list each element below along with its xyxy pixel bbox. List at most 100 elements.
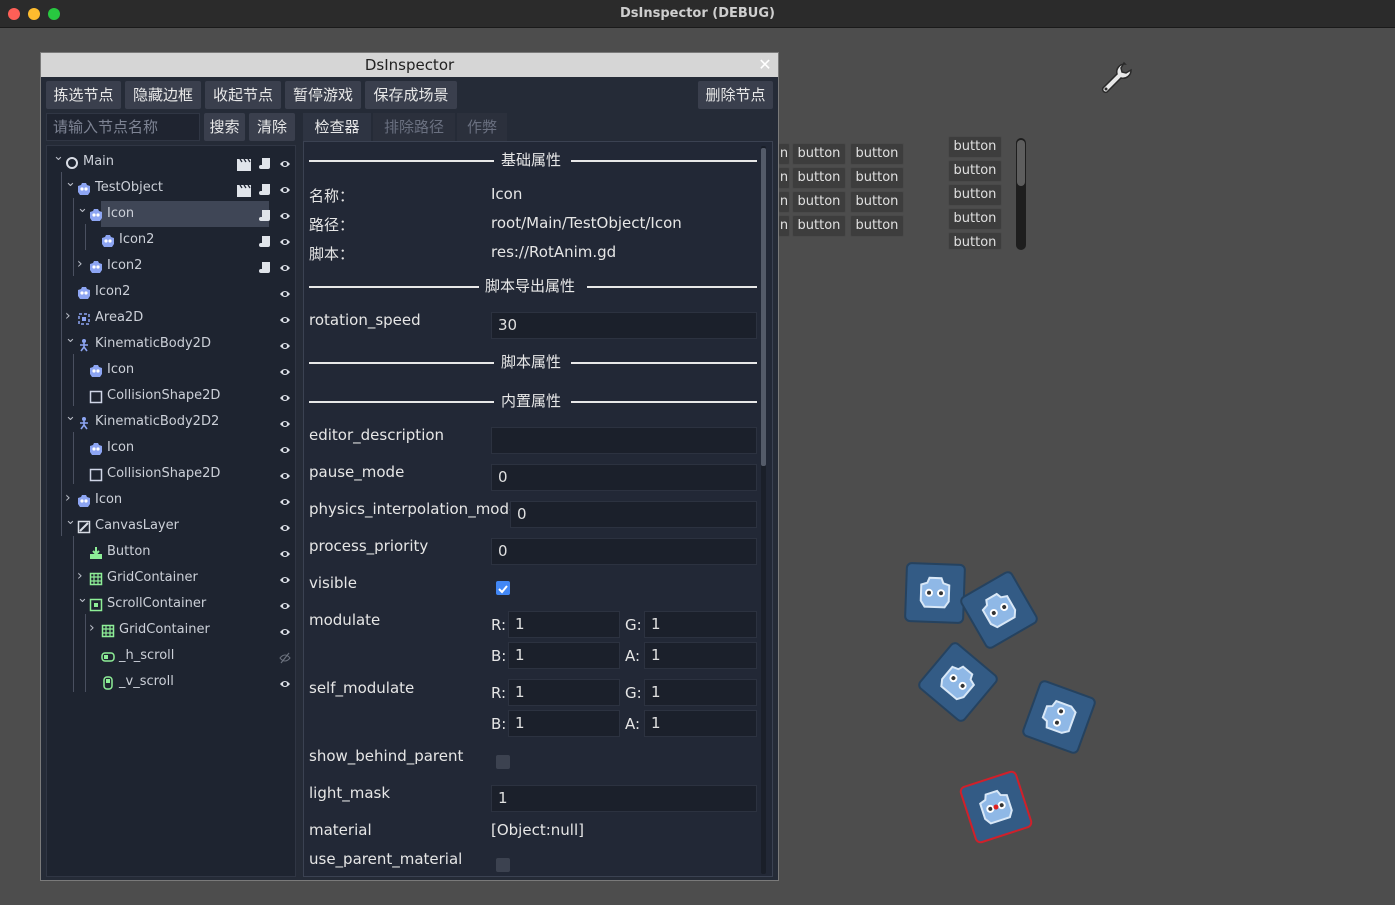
chevron-down-icon[interactable]: ⌄ — [65, 176, 76, 190]
eye-icon[interactable] — [279, 155, 291, 167]
self-modulate-a-field[interactable]: 1 — [644, 710, 757, 737]
script-icon[interactable] — [259, 259, 271, 273]
search-input[interactable]: 请输入节点名称 — [46, 113, 200, 141]
save-scene-button[interactable]: 保存成场景 — [365, 81, 457, 109]
eye-icon[interactable] — [279, 467, 291, 479]
eye-icon[interactable] — [279, 311, 291, 323]
chevron-right-icon[interactable]: › — [77, 569, 87, 583]
wrench-icon[interactable] — [1098, 60, 1134, 100]
modulate-a-field[interactable]: 1 — [644, 642, 757, 669]
collapse-nodes-button[interactable]: 收起节点 — [205, 81, 281, 109]
self-modulate-g-field[interactable]: 1 — [644, 679, 757, 706]
visible-checkbox[interactable] — [496, 581, 510, 595]
eye-icon[interactable] — [279, 493, 291, 505]
tree-node[interactable]: Icon2 — [47, 227, 295, 253]
eye-hidden-icon[interactable] — [279, 649, 291, 664]
tree-node[interactable]: › Area2D — [47, 305, 295, 331]
eye-icon[interactable] — [279, 233, 291, 245]
clapper-icon[interactable] — [237, 156, 251, 171]
rotation-speed-field[interactable]: 30 — [491, 312, 757, 339]
chevron-down-icon[interactable]: ⌄ — [77, 202, 88, 216]
self-modulate-b-field[interactable]: 1 — [508, 710, 620, 737]
eye-icon[interactable] — [279, 623, 291, 635]
modulate-r-field[interactable]: 1 — [508, 611, 620, 638]
close-icon[interactable]: ✕ — [756, 55, 774, 75]
eye-icon[interactable] — [279, 285, 291, 297]
scene-button[interactable]: button — [850, 191, 904, 213]
tree-node[interactable]: CollisionShape2D — [47, 461, 295, 487]
eye-icon[interactable] — [279, 441, 291, 453]
tree-node[interactable]: › Icon2 — [47, 253, 295, 279]
script-icon[interactable] — [259, 181, 271, 195]
show-behind-parent-checkbox[interactable] — [496, 755, 510, 769]
self-modulate-r-field[interactable]: 1 — [508, 679, 620, 706]
scene-button[interactable]: button — [948, 184, 1002, 206]
scene-button[interactable]: n — [778, 167, 790, 189]
tree-node[interactable]: Icon — [47, 357, 295, 383]
scene-button[interactable]: button — [792, 143, 846, 165]
tree-node[interactable]: › GridContainer — [47, 617, 295, 643]
chevron-down-icon[interactable]: ⌄ — [65, 332, 76, 346]
script-icon[interactable] — [259, 207, 271, 221]
scene-button[interactable]: n — [778, 143, 790, 165]
tab-inspector[interactable]: 检查器 — [303, 113, 371, 141]
use-parent-material-checkbox[interactable] — [496, 858, 510, 872]
pause-game-button[interactable]: 暂停游戏 — [285, 81, 361, 109]
physics-interpolation-mode-field[interactable]: 0 — [510, 501, 757, 528]
tree-node[interactable]: Button — [47, 539, 295, 565]
script-icon[interactable] — [259, 155, 271, 169]
inspector-scrollbar-grabber[interactable] — [761, 148, 766, 466]
chevron-right-icon[interactable]: › — [65, 309, 75, 323]
eye-icon[interactable] — [279, 181, 291, 193]
delete-node-button[interactable]: 删除节点 — [698, 81, 773, 109]
tree-node[interactable]: Icon2 — [47, 279, 295, 305]
tree-node[interactable]: ⌄ ScrollContainer — [47, 591, 295, 617]
scene-button[interactable]: n — [778, 215, 790, 237]
pick-node-button[interactable]: 拣选节点 — [46, 81, 121, 109]
eye-icon[interactable] — [279, 597, 291, 609]
process-priority-field[interactable]: 0 — [491, 538, 757, 565]
tree-node[interactable]: ⌄ CanvasLayer — [47, 513, 295, 539]
scene-vscroll[interactable] — [1016, 138, 1026, 250]
eye-icon[interactable] — [279, 337, 291, 349]
scene-button[interactable]: button — [850, 215, 904, 237]
tree-node[interactable]: _h_scroll — [47, 643, 295, 669]
chevron-right-icon[interactable]: › — [65, 491, 75, 505]
chevron-right-icon[interactable]: › — [89, 621, 99, 635]
scene-button[interactable]: button — [850, 167, 904, 189]
scene-button[interactable]: button — [792, 167, 846, 189]
tree-node[interactable]: ⌄ KinematicBody2D2 — [47, 409, 295, 435]
tree-node[interactable]: ⌄ Main — [47, 149, 295, 175]
inspector-scrollbar[interactable] — [761, 146, 766, 874]
eye-icon[interactable] — [279, 571, 291, 583]
tab-cheat[interactable]: 作弊 — [457, 113, 507, 141]
tree-node[interactable]: Icon — [47, 435, 295, 461]
chevron-down-icon[interactable]: ⌄ — [53, 150, 64, 164]
eye-icon[interactable] — [279, 259, 291, 271]
tree-node[interactable]: ⌄ KinematicBody2D — [47, 331, 295, 357]
eye-icon[interactable] — [279, 415, 291, 427]
eye-icon[interactable] — [279, 675, 291, 687]
script-icon[interactable] — [259, 233, 271, 247]
clear-button[interactable]: 清除 — [249, 113, 295, 141]
tree-node[interactable]: › Icon — [47, 487, 295, 513]
editor-description-field[interactable] — [491, 427, 757, 454]
tree-node[interactable]: › GridContainer — [47, 565, 295, 591]
scene-button[interactable]: button — [850, 143, 904, 165]
chevron-down-icon[interactable]: ⌄ — [65, 514, 76, 528]
scene-button[interactable]: button — [948, 160, 1002, 182]
scene-button[interactable]: button — [948, 208, 1002, 230]
chevron-down-icon[interactable]: ⌄ — [77, 592, 88, 606]
scene-button[interactable]: n — [778, 191, 790, 213]
scene-vscroll-grabber[interactable] — [1017, 140, 1025, 186]
light-mask-field[interactable]: 1 — [491, 785, 757, 812]
tree-node[interactable]: _v_scroll — [47, 669, 295, 695]
clapper-icon[interactable] — [237, 182, 251, 197]
pause-mode-field[interactable]: 0 — [491, 464, 757, 491]
tree-node[interactable]: ⌄ TestObject — [47, 175, 295, 201]
eye-icon[interactable] — [279, 363, 291, 375]
scene-button[interactable]: button — [948, 136, 1002, 158]
chevron-right-icon[interactable]: › — [77, 257, 87, 271]
tree-node[interactable]: ⌄ Icon — [47, 201, 295, 227]
tab-exclude-paths[interactable]: 排除路径 — [373, 113, 455, 141]
